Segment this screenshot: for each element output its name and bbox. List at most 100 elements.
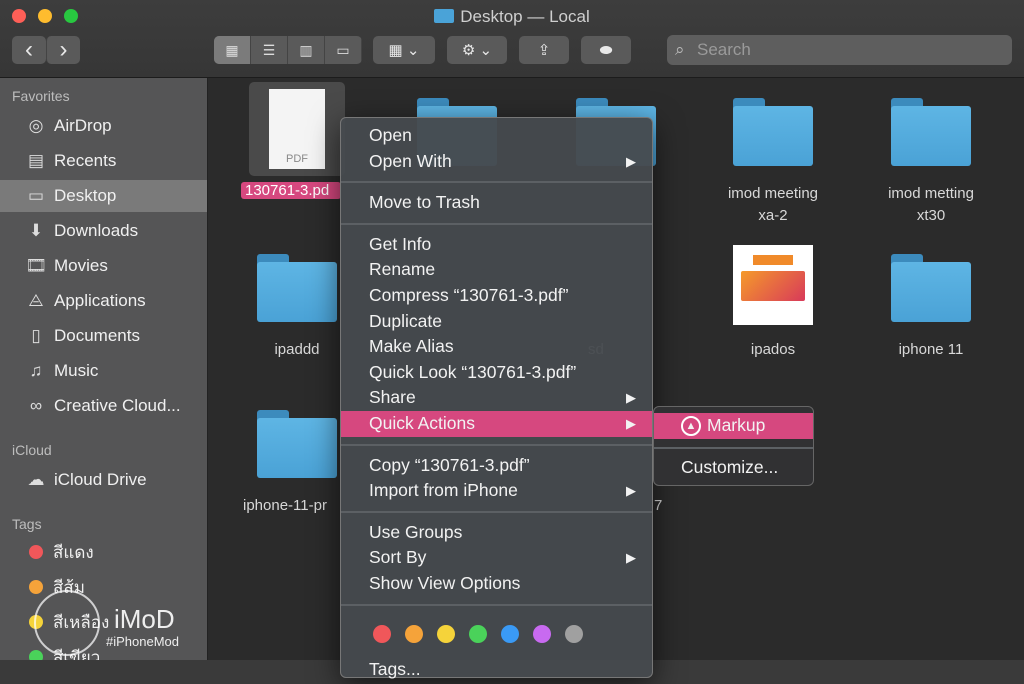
sidebar-item-creative-cloud[interactable]: ∞Creative Cloud... bbox=[0, 390, 207, 422]
menu-separator bbox=[654, 447, 813, 449]
submenu-arrow-icon: ▶ bbox=[626, 149, 636, 175]
view-switcher: ▦ ☰ ▥ ▭ bbox=[214, 36, 362, 64]
menu-separator bbox=[341, 223, 652, 225]
menu-separator bbox=[341, 181, 652, 183]
tag-color-dot-icon bbox=[29, 580, 43, 594]
sidebar-item-icloud-drive[interactable]: ☁iCloud Drive bbox=[0, 464, 207, 496]
menu-item-customize[interactable]: Customize... bbox=[654, 455, 813, 481]
quick-actions-submenu: ▲Markup Customize... bbox=[653, 406, 814, 486]
markup-icon: ▲ bbox=[681, 416, 701, 436]
context-menu: OpenOpen With▶ Move to Trash Get InfoRenam… bbox=[340, 117, 653, 678]
menu-item-quick-actions[interactable]: Quick Actions▶ bbox=[341, 411, 652, 437]
share-button[interactable]: ⇪ bbox=[519, 36, 569, 64]
menu-item-markup[interactable]: ▲Markup bbox=[654, 413, 813, 439]
tag-color-dot-icon bbox=[29, 545, 43, 559]
recents-icon: ▤ bbox=[24, 151, 48, 171]
sidebar-item-desktop[interactable]: ▭Desktop bbox=[0, 180, 207, 212]
tag-button[interactable]: ⬬ bbox=[581, 36, 631, 64]
menu-item-move-to-trash[interactable]: Move to Trash bbox=[341, 190, 652, 216]
pdf-icon: PDF bbox=[269, 89, 325, 169]
folder-icon bbox=[891, 254, 971, 322]
menu-item-use-groups[interactable]: Use Groups bbox=[341, 520, 652, 546]
tag-color-button[interactable] bbox=[373, 625, 391, 643]
menu-item-compress-130761-3-pdf[interactable]: Compress “130761-3.pdf” bbox=[341, 283, 652, 309]
cloud-icon: ☁ bbox=[24, 470, 48, 490]
menu-item-show-view-options[interactable]: Show View Options bbox=[341, 571, 652, 597]
icloud-header: iCloud bbox=[0, 438, 52, 462]
sidebar-item-music[interactable]: ♫Music bbox=[0, 355, 207, 387]
airdrop-icon: ◎ bbox=[24, 116, 48, 136]
column-view-button[interactable]: ▥ bbox=[288, 36, 325, 64]
forward-button[interactable]: › bbox=[46, 36, 80, 64]
menu-item-open[interactable]: Open bbox=[341, 123, 652, 149]
folder-icon bbox=[257, 254, 337, 322]
sidebar: Favorites ◎AirDrop▤Recents▭Desktop⬇Downl… bbox=[0, 78, 208, 660]
downloads-icon: ⬇ bbox=[24, 221, 48, 241]
desktop-icon: ▭ bbox=[24, 186, 48, 206]
favorites-header: Favorites bbox=[0, 84, 70, 108]
folder-icon bbox=[434, 9, 454, 23]
submenu-arrow-icon: ▶ bbox=[626, 411, 636, 437]
sidebar-item-documents[interactable]: ▯Documents bbox=[0, 320, 207, 352]
pdf-thumbnail: PDF bbox=[249, 82, 345, 176]
search-input[interactable]: ⌕Search bbox=[667, 35, 1012, 65]
movies-icon: 🎞 bbox=[24, 256, 48, 276]
menu-item-tags[interactable]: Tags... bbox=[341, 657, 652, 683]
sidebar-item-applications[interactable]: ⨺Applications bbox=[0, 285, 207, 317]
file-label: imod meeting xa-2 bbox=[698, 183, 848, 227]
sidebar-item-downloads[interactable]: ⬇Downloads bbox=[0, 215, 207, 247]
folder-icon bbox=[733, 98, 813, 166]
action-gear-button[interactable]: ⚙ ⌄ bbox=[447, 36, 507, 64]
menu-item-get-info[interactable]: Get Info bbox=[341, 232, 652, 258]
tags-header: Tags bbox=[0, 512, 42, 536]
menu-item-rename[interactable]: Rename bbox=[341, 257, 652, 283]
file-label: 7 bbox=[654, 495, 684, 517]
back-button[interactable]: ‹ bbox=[12, 36, 46, 64]
tag-color-button[interactable] bbox=[469, 625, 487, 643]
sidebar-item-airdrop[interactable]: ◎AirDrop bbox=[0, 110, 207, 142]
tag-color-button[interactable] bbox=[405, 625, 423, 643]
music-icon: ♫ bbox=[24, 361, 48, 381]
creative-cloud-icon: ∞ bbox=[24, 396, 48, 416]
file-label: imod metting xt30 bbox=[856, 183, 1006, 227]
file-label: ipados bbox=[698, 339, 848, 361]
menu-item-import-from-iphone[interactable]: Import from iPhone▶ bbox=[341, 478, 652, 504]
submenu-arrow-icon: ▶ bbox=[626, 385, 636, 411]
sidebar-tag[interactable]: สีส้ม bbox=[0, 571, 207, 603]
file-label: iphone 11 bbox=[856, 339, 1006, 361]
sidebar-tag[interactable]: สีแดง bbox=[0, 536, 207, 568]
menu-item-quick-look-130761-3-pdf[interactable]: Quick Look “130761-3.pdf” bbox=[341, 360, 652, 386]
file-item-imod-metting-xt30[interactable]: imod metting xt30 bbox=[856, 98, 1006, 227]
group-button[interactable]: ▦ ⌄ bbox=[373, 36, 435, 64]
sidebar-item-recents[interactable]: ▤Recents bbox=[0, 145, 207, 177]
sidebar-item-movies[interactable]: 🎞Movies bbox=[0, 250, 207, 282]
documents-icon: ▯ bbox=[24, 326, 48, 346]
menu-item-duplicate[interactable]: Duplicate bbox=[341, 309, 652, 335]
submenu-arrow-icon: ▶ bbox=[626, 478, 636, 504]
window-title: Desktop — Local bbox=[0, 7, 1024, 27]
gallery-view-button[interactable]: ▭ bbox=[325, 36, 362, 64]
menu-item-open-with[interactable]: Open With▶ bbox=[341, 149, 652, 175]
menu-item-share[interactable]: Share▶ bbox=[341, 385, 652, 411]
tag-color-button[interactable] bbox=[501, 625, 519, 643]
file-item-iphone-11[interactable]: iphone 11 bbox=[856, 254, 1006, 361]
tag-color-button[interactable] bbox=[437, 625, 455, 643]
submenu-arrow-icon: ▶ bbox=[626, 545, 636, 571]
menu-item-make-alias[interactable]: Make Alias bbox=[341, 334, 652, 360]
tag-color-picker bbox=[341, 613, 652, 649]
applications-icon: ⨺ bbox=[24, 291, 48, 311]
search-icon: ⌕ bbox=[675, 35, 685, 65]
list-view-button[interactable]: ☰ bbox=[251, 36, 288, 64]
folder-icon bbox=[891, 98, 971, 166]
file-item-imod-meeting-xa-2[interactable]: imod meeting xa-2 bbox=[698, 98, 848, 227]
tag-color-button[interactable] bbox=[533, 625, 551, 643]
icon-view-button[interactable]: ▦ bbox=[214, 36, 251, 64]
title-bar: Desktop — Local ‹ › ▦ ☰ ▥ ▭ ▦ ⌄ ⚙ ⌄ ⇪ ⬬ … bbox=[0, 0, 1024, 78]
menu-separator bbox=[341, 511, 652, 513]
folder-icon bbox=[257, 410, 337, 478]
tag-color-button[interactable] bbox=[565, 625, 583, 643]
image-thumbnail bbox=[733, 245, 813, 325]
file-item-ipados[interactable]: ipados bbox=[698, 245, 848, 361]
menu-item-copy-130761-3-pdf[interactable]: Copy “130761-3.pdf” bbox=[341, 453, 652, 479]
menu-item-sort-by[interactable]: Sort By▶ bbox=[341, 545, 652, 571]
